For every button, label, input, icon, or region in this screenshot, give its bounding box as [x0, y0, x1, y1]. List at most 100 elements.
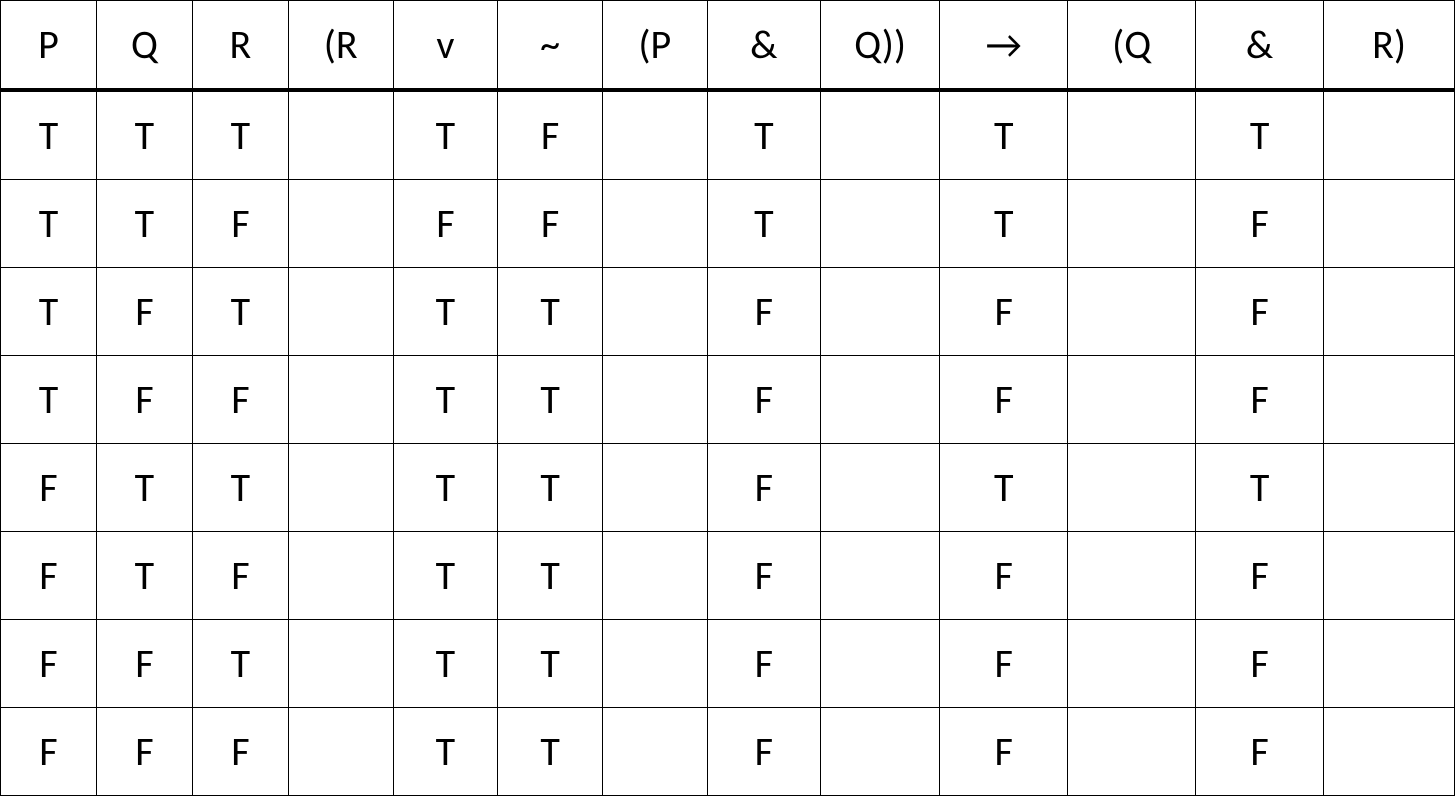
cell: F — [96, 356, 192, 444]
cell — [821, 620, 940, 708]
cell — [1324, 356, 1455, 444]
cell — [1324, 620, 1455, 708]
cell: F — [940, 708, 1068, 796]
cell: F — [1196, 180, 1324, 268]
cell: T — [1196, 90, 1324, 180]
cell — [288, 708, 393, 796]
col-header-and-2: & — [1196, 1, 1324, 91]
cell: T — [940, 444, 1068, 532]
cell: T — [393, 620, 498, 708]
cell: T — [498, 708, 603, 796]
cell: T — [393, 532, 498, 620]
cell: T — [192, 268, 288, 356]
cell: T — [96, 444, 192, 532]
cell: T — [393, 268, 498, 356]
col-header-open-p: (P — [602, 1, 707, 91]
cell: T — [96, 90, 192, 180]
cell: T — [192, 90, 288, 180]
cell — [602, 532, 707, 620]
cell: T — [393, 708, 498, 796]
truth-table: P Q R (R v ~ (P & Q)) → (Q & R) T T T T … — [0, 0, 1455, 796]
col-header-r-close: R) — [1324, 1, 1455, 91]
cell: T — [940, 90, 1068, 180]
cell: F — [1196, 532, 1324, 620]
cell: F — [940, 268, 1068, 356]
cell: F — [940, 356, 1068, 444]
cell — [1324, 444, 1455, 532]
cell — [1324, 90, 1455, 180]
cell — [288, 444, 393, 532]
cell — [602, 620, 707, 708]
table-header-row: P Q R (R v ~ (P & Q)) → (Q & R) — [1, 1, 1455, 91]
cell: F — [707, 708, 820, 796]
cell: F — [940, 620, 1068, 708]
col-header-not: ~ — [498, 1, 603, 91]
col-header-q-close: Q)) — [821, 1, 940, 91]
cell: F — [707, 268, 820, 356]
cell: F — [96, 708, 192, 796]
cell — [288, 180, 393, 268]
cell — [1068, 708, 1196, 796]
cell: T — [1, 90, 97, 180]
cell: T — [393, 90, 498, 180]
cell — [288, 532, 393, 620]
cell: T — [498, 532, 603, 620]
cell: T — [1, 356, 97, 444]
cell — [1324, 532, 1455, 620]
cell: T — [96, 180, 192, 268]
cell: T — [707, 180, 820, 268]
cell: T — [1, 180, 97, 268]
cell: F — [707, 532, 820, 620]
cell: F — [1196, 268, 1324, 356]
cell — [602, 356, 707, 444]
table-row: F F F T T F F F — [1, 708, 1455, 796]
cell: T — [96, 532, 192, 620]
table-row: F F T T T F F F — [1, 620, 1455, 708]
cell — [602, 90, 707, 180]
cell: T — [498, 444, 603, 532]
cell — [1068, 356, 1196, 444]
cell — [288, 90, 393, 180]
cell: T — [192, 620, 288, 708]
table-row: T F T T T F F F — [1, 268, 1455, 356]
cell — [1068, 268, 1196, 356]
cell — [821, 90, 940, 180]
cell — [288, 620, 393, 708]
cell: T — [1196, 444, 1324, 532]
cell: F — [1196, 708, 1324, 796]
cell — [821, 356, 940, 444]
cell — [1324, 180, 1455, 268]
cell: F — [96, 268, 192, 356]
col-header-p: P — [1, 1, 97, 91]
cell — [821, 180, 940, 268]
table-row: T F F T T F F F — [1, 356, 1455, 444]
cell: F — [1, 444, 97, 532]
cell: T — [393, 444, 498, 532]
cell — [1324, 268, 1455, 356]
cell — [1068, 444, 1196, 532]
cell: T — [393, 356, 498, 444]
cell: F — [707, 444, 820, 532]
cell — [821, 444, 940, 532]
cell: F — [1196, 620, 1324, 708]
cell: F — [192, 708, 288, 796]
cell: F — [393, 180, 498, 268]
cell — [602, 268, 707, 356]
cell — [288, 268, 393, 356]
col-header-implies: → — [940, 1, 1068, 91]
cell — [1068, 180, 1196, 268]
cell: T — [1, 268, 97, 356]
cell: T — [940, 180, 1068, 268]
cell — [821, 708, 940, 796]
cell: F — [1, 708, 97, 796]
col-header-q: Q — [96, 1, 192, 91]
cell: T — [192, 444, 288, 532]
table-row: F T F T T F F F — [1, 532, 1455, 620]
cell: F — [498, 90, 603, 180]
col-header-and-1: & — [707, 1, 820, 91]
cell — [821, 268, 940, 356]
cell — [288, 356, 393, 444]
table-row: F T T T T F T T — [1, 444, 1455, 532]
cell: F — [192, 180, 288, 268]
cell — [1068, 620, 1196, 708]
